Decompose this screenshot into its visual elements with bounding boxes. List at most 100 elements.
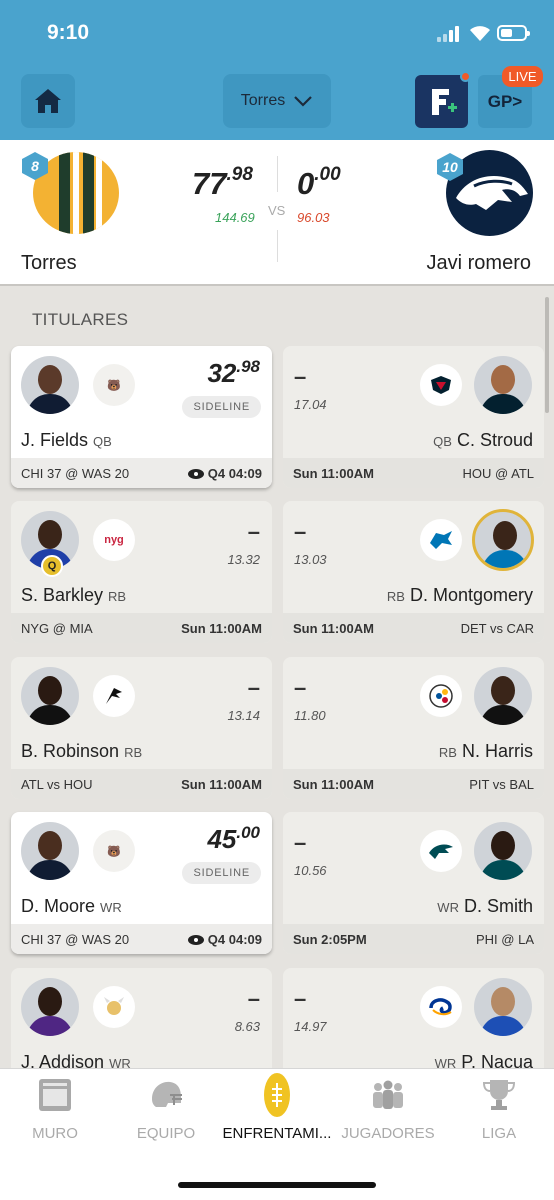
wifi-icon	[470, 26, 490, 41]
fantasy-plus-icon	[431, 88, 457, 115]
player-card[interactable]: – 13.03 RB D. Montgomery Sun 11:00AM DET …	[283, 501, 544, 643]
player-projection: 8.63	[234, 1019, 260, 1034]
giants-logo-icon: nyg	[93, 519, 135, 561]
scrollbar[interactable]	[545, 297, 549, 413]
player-projection: 13.14	[227, 708, 260, 723]
game-info: NYG @ MIA Sun 11:00AM	[11, 613, 272, 643]
player-projection: 13.32	[227, 552, 260, 567]
bottom-tab-bar: MURO EQUIPO ENFRENTAMI... JUGADORES LIGA	[0, 1068, 554, 1200]
helmet-icon	[152, 1081, 182, 1107]
player-score: 45.00	[207, 823, 260, 854]
feed-icon	[39, 1079, 71, 1111]
tab-liga[interactable]: LIGA	[444, 1069, 554, 1159]
player-avatar	[21, 356, 79, 414]
game-info: CHI 37 @ WAS 20 Q4 04:09	[11, 458, 272, 488]
team-dropdown[interactable]: Torres	[223, 74, 331, 128]
trophy-icon	[482, 1080, 516, 1110]
player-name: RB N. Harris	[438, 741, 533, 761]
status-time: 9:10	[47, 21, 90, 44]
projection-left: 144.69	[215, 210, 255, 225]
texans-logo-icon	[420, 364, 462, 406]
tab-jugadores[interactable]: JUGADORES	[333, 1069, 443, 1159]
rank-badge-left: 8	[21, 151, 49, 181]
player-card[interactable]: – 11.80 RB N. Harris Sun 11:00AM PIT vs B…	[283, 657, 544, 799]
player-score-empty: –	[294, 675, 307, 700]
game-info: Sun 11:00AM DET vs CAR	[283, 613, 544, 643]
status-bar: 9:10	[0, 0, 554, 64]
player-name: RB D. Montgomery	[386, 585, 533, 605]
tab-muro[interactable]: MURO	[0, 1069, 110, 1159]
player-avatar	[474, 667, 532, 725]
lions-logo-icon	[420, 519, 462, 561]
player-name: S. Barkley RB	[21, 585, 127, 605]
live-badge: LIVE	[502, 66, 543, 87]
player-avatar	[472, 509, 534, 571]
player-score-empty: –	[294, 519, 307, 544]
game-info: ATL vs HOU Sun 11:00AM	[11, 769, 272, 799]
game-info: Sun 2:05PM PHI @ LA	[283, 924, 544, 954]
score-left: 77.98	[192, 164, 253, 201]
home-icon	[35, 89, 61, 113]
player-card[interactable]: – 10.56 WR D. Smith Sun 2:05PM PHI @ LA	[283, 812, 544, 954]
notification-dot	[460, 71, 471, 82]
player-projection: 11.80	[294, 708, 326, 723]
player-card[interactable]: – 14.97 WR P. Nacua	[283, 968, 544, 1078]
player-avatar	[21, 667, 79, 725]
steelers-logo-icon	[420, 675, 462, 717]
game-info: Sun 11:00AM PIT vs BAL	[283, 769, 544, 799]
player-card[interactable]: Q nyg – 13.32 S. Barkley RB NYG @ MIA Sun…	[11, 501, 272, 643]
player-score-empty: –	[294, 986, 307, 1011]
game-info: CHI 37 @ WAS 20 Q4 04:09	[11, 924, 272, 954]
football-icon	[264, 1073, 290, 1117]
fantasy-add-button[interactable]	[415, 75, 468, 128]
home-button[interactable]	[21, 74, 75, 128]
player-projection: 10.56	[294, 863, 327, 878]
player-avatar	[474, 978, 532, 1036]
eagles-logo-icon	[420, 830, 462, 872]
player-card[interactable]: – 8.63 J. Addison WR	[11, 968, 272, 1078]
rank-badge-right: 10	[436, 152, 464, 182]
player-avatar	[474, 822, 532, 880]
team-name-right: Javi romero	[426, 252, 531, 274]
cellular-signal-icon	[437, 26, 463, 42]
sideline-chip: SIDELINE	[182, 862, 261, 884]
player-card[interactable]: – 13.14 B. Robinson RB ATL vs HOU Sun 11:…	[11, 657, 272, 799]
player-avatar	[21, 822, 79, 880]
player-score-empty: –	[294, 830, 307, 855]
sideline-chip: SIDELINE	[182, 396, 261, 418]
vikings-logo-icon	[93, 986, 135, 1028]
player-score-empty: –	[247, 519, 260, 544]
player-projection: 17.04	[294, 397, 327, 412]
watch-icon	[187, 468, 204, 479]
questionable-badge: Q	[41, 555, 63, 577]
tab-equipo[interactable]: EQUIPO	[111, 1069, 221, 1159]
player-card[interactable]: 🐻 32.98 SIDELINE J. Fields QB CHI 37 @ W…	[11, 346, 272, 488]
player-score-empty: –	[294, 364, 307, 389]
divider-top	[277, 156, 278, 192]
gp-label: GP>	[487, 91, 523, 111]
player-projection: 14.97	[294, 1019, 327, 1034]
projection-right: 96.03	[297, 210, 330, 225]
falcons-logo-icon	[93, 675, 135, 717]
player-name: B. Robinson RB	[21, 741, 143, 761]
chevron-down-icon	[294, 96, 312, 107]
player-score-empty: –	[247, 986, 260, 1011]
team-dropdown-label: Torres	[240, 92, 286, 109]
player-name: J. Fields QB	[21, 430, 112, 450]
player-avatar	[21, 978, 79, 1036]
vs-label: VS	[268, 203, 286, 218]
watch-icon	[187, 934, 204, 945]
tab-enfrentamientos[interactable]: ENFRENTAMI...	[222, 1069, 332, 1159]
player-name: QB C. Stroud	[433, 430, 533, 450]
player-name: D. Moore WR	[21, 896, 122, 916]
bears-logo-icon: 🐻	[93, 364, 135, 406]
player-card[interactable]: 🐻 45.00 SIDELINE D. Moore WR CHI 37 @ WA…	[11, 812, 272, 954]
team-name-left: Torres	[21, 252, 77, 274]
player-avatar	[474, 356, 532, 414]
bears-logo-icon: 🐻	[93, 830, 135, 872]
player-score-empty: –	[247, 675, 260, 700]
game-info: Sun 11:00AM HOU @ ATL	[283, 458, 544, 488]
battery-icon	[497, 25, 530, 41]
players-icon	[373, 1080, 403, 1109]
player-card[interactable]: – 17.04 QB C. Stroud Sun 11:00AM HOU @ AT…	[283, 346, 544, 488]
